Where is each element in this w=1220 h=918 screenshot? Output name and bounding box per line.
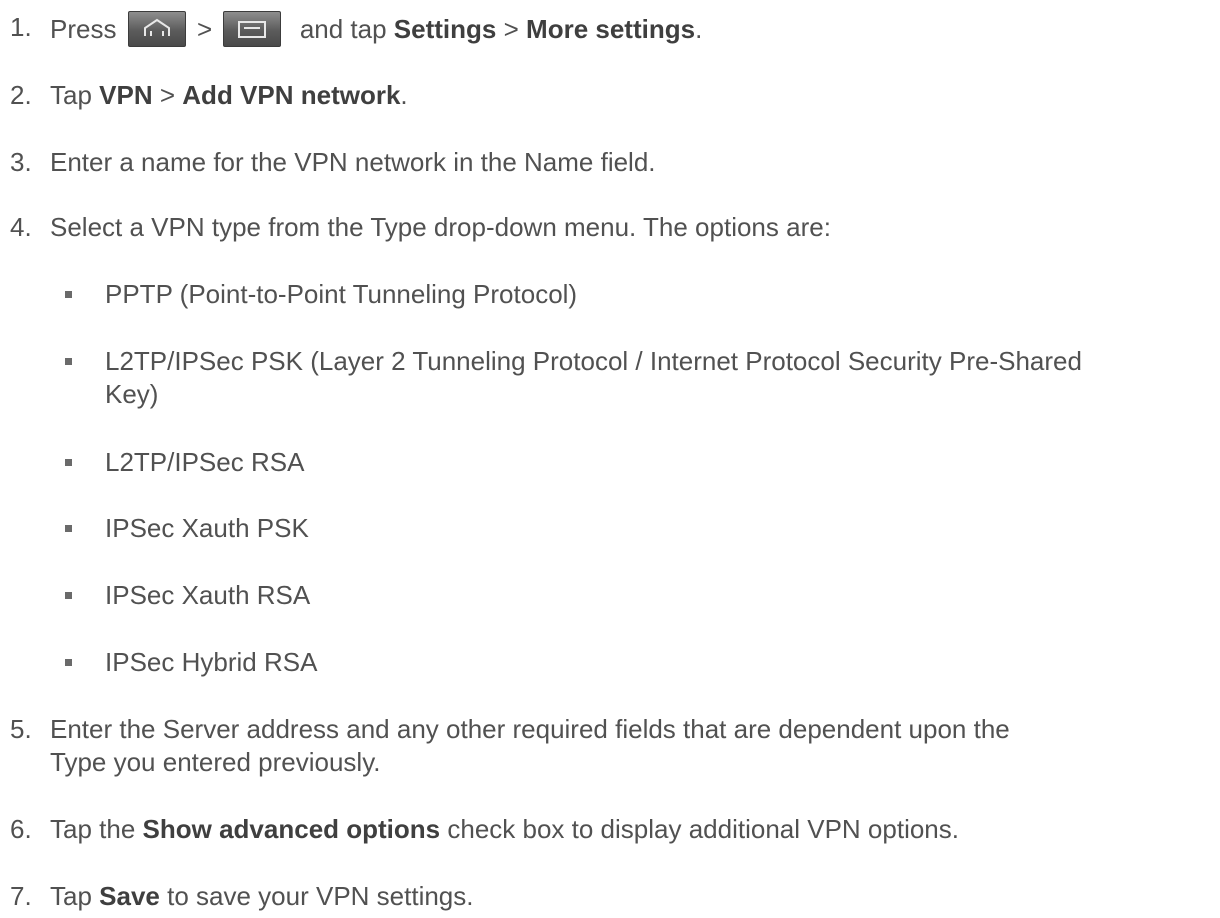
menu-key-icon [223,11,282,47]
more-settings-label: More settings [526,14,696,44]
instructions-document: 1. Press > and tap Settings > More setti… [10,11,1082,911]
home-key-icon [127,11,186,47]
step-number: 3. [10,147,32,177]
add-vpn-network-label: Add VPN network [182,80,401,110]
step-number: 7. [10,881,32,911]
step-number: 1. [10,12,32,42]
save-label: Save [99,881,160,911]
bullet-icon [65,358,72,365]
show-advanced-options-label: Show advanced options [142,814,441,844]
step-number: 6. [10,814,32,844]
step-number: 2. [10,80,32,110]
bullet-icon [65,592,72,599]
bullet-icon [65,659,72,666]
bullet-icon [65,291,72,298]
bullet-icon [65,525,72,532]
step-number: 4. [10,212,32,242]
vpn-label: VPN [99,80,153,110]
settings-label: Settings [393,14,497,44]
step-number: 5. [10,714,32,744]
bullet-icon [65,459,72,466]
